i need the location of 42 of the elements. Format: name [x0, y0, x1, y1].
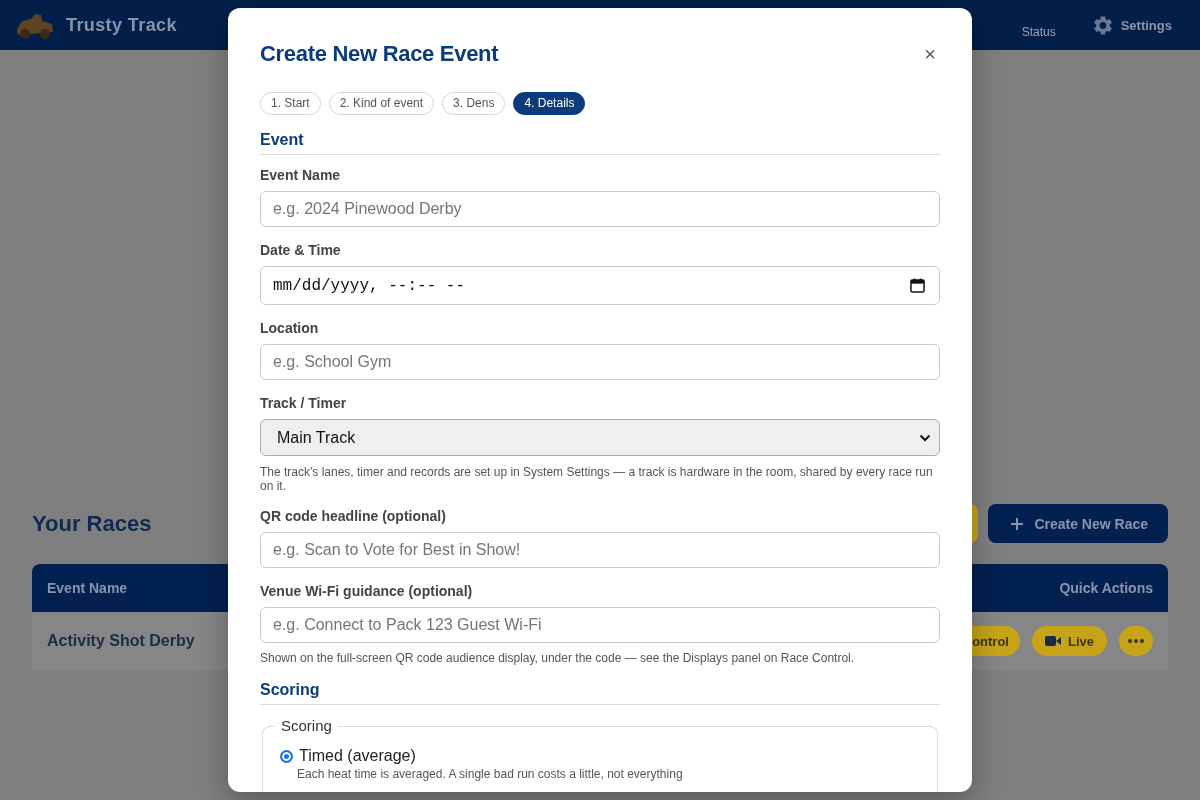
column-header: Quick Actions	[1059, 580, 1153, 596]
settings-icon	[1093, 15, 1112, 35]
table-cell: Activity Shot Derby	[47, 632, 195, 650]
column-header: Event Name	[47, 580, 128, 596]
settings-button[interactable]: Settings	[1093, 15, 1172, 35]
more-button[interactable]	[1119, 626, 1153, 656]
section-title: Scoring	[260, 680, 321, 700]
datetime-field[interactable]: mm/dd/yyyy, --:-- --	[260, 266, 940, 305]
group-legend: Scoring	[275, 717, 338, 735]
chevron-down-icon	[919, 433, 931, 442]
calendar-icon[interactable]	[910, 278, 925, 293]
plus-icon	[1011, 517, 1024, 530]
video-icon	[1045, 636, 1061, 646]
live-button[interactable]: Live	[1032, 626, 1107, 656]
text-field[interactable]: e.g. Connect to Pack 123 Guest Wi-Fi	[260, 607, 940, 643]
track-select[interactable]: Main Track	[260, 419, 940, 456]
step-tab[interactable]: 3. Dens	[442, 92, 506, 115]
help-text: The track's lanes, timer and records are set up in System Settings — a track is hardware in the room, shared by every race run on it.	[260, 465, 934, 493]
text-field[interactable]: e.g. Scan to Vote for Best in Show!	[260, 532, 940, 568]
step-tab[interactable]: 4. Details	[513, 92, 586, 115]
text-field[interactable]: e.g. School Gym	[260, 344, 940, 380]
field-label: QR code headline (optional)	[260, 507, 447, 525]
field-label: Event Name	[260, 166, 342, 184]
field-label: Track / Timer	[260, 394, 348, 412]
radio-button[interactable]	[280, 749, 293, 763]
section-title: Event	[260, 130, 305, 150]
create-race-button[interactable]: Create New Race	[988, 504, 1168, 543]
help-text: Shown on the full-screen QR code audience display, under the code — see the Displays panel on Race Control.	[260, 651, 856, 665]
page-title: Your Races	[32, 510, 152, 537]
step-tab[interactable]: 2. Kind of event	[328, 92, 435, 115]
option-label: Timed (average)	[299, 746, 416, 766]
brand-name: Trusty Track	[66, 14, 177, 36]
step-tab[interactable]: 1. Start	[260, 92, 321, 115]
field-label: Location	[260, 319, 320, 337]
field-label: Date & Time	[260, 241, 342, 259]
close-button[interactable]: ×	[920, 42, 940, 66]
option-description: Each heat time is averaged. A single bad run costs a little, not everything	[297, 767, 684, 781]
field-label: Venue Wi-Fi guidance (optional)	[260, 582, 474, 600]
nav-link[interactable]: Status	[1021, 25, 1056, 39]
more-icon	[1128, 639, 1144, 643]
text-field[interactable]: e.g. 2024 Pinewood Derby	[260, 191, 940, 227]
modal-title: Create New Race Event	[260, 41, 499, 67]
